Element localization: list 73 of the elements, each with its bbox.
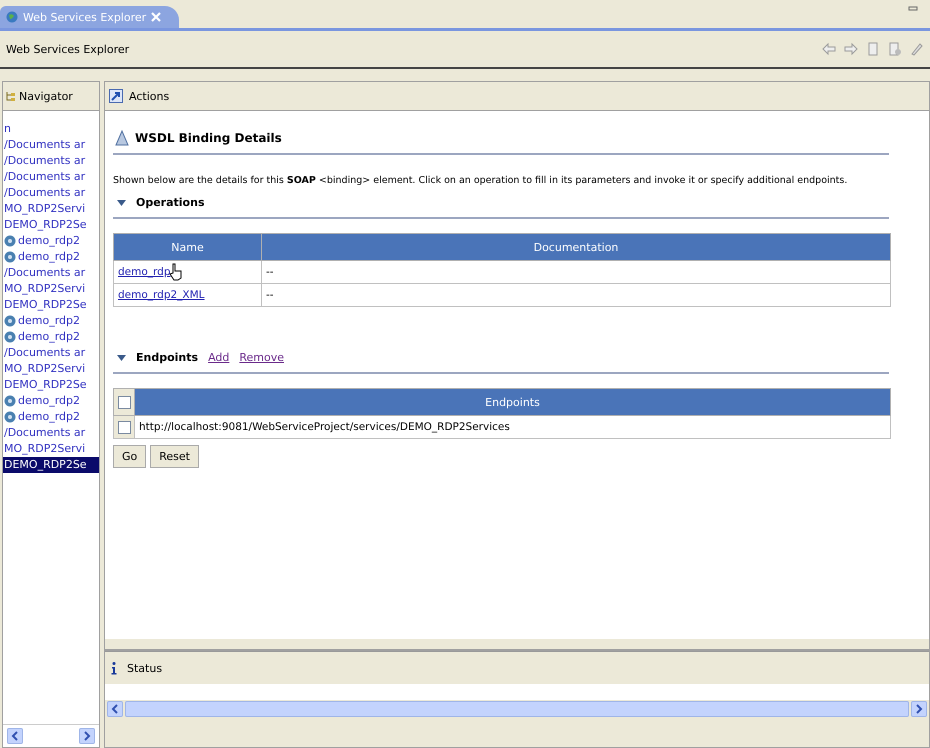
section-heading: WSDL Binding Details	[135, 131, 282, 145]
pen-icon[interactable]	[910, 42, 924, 56]
tree-item[interactable]: MO_RDP2Servi	[3, 441, 99, 457]
column-header: Documentation	[262, 234, 890, 260]
forward-icon[interactable]	[844, 42, 858, 56]
collapse-icon[interactable]	[117, 198, 126, 207]
tree-item-label: demo_rdp2	[18, 249, 80, 265]
tree-row[interactable]: demo_rdp2	[3, 329, 99, 345]
tree-item[interactable]: /Documents ar	[3, 169, 99, 185]
navigator-tab[interactable]: Navigator	[19, 90, 73, 102]
description: Shown below are the details for this SOAP <binding> element. Click on an operation to fill in its parameters and invoke it or specify additional endpoints.	[113, 175, 848, 186]
tree-item[interactable]: /Documents ar	[3, 425, 99, 441]
operation-link[interactable]: demo_rdp	[118, 266, 170, 278]
gear-icon	[4, 395, 16, 407]
tree-item-label: demo_rdp2	[18, 329, 80, 345]
select-all-checkbox[interactable]	[118, 396, 130, 409]
tree-item[interactable]: DEMO_RDP2Se	[3, 457, 99, 473]
tree-row[interactable]: demo_rdp2	[3, 393, 99, 409]
arrow-icon	[109, 89, 123, 103]
endpoints-heading: Endpoints	[136, 351, 198, 364]
tree-item[interactable]: /Documents ar	[3, 137, 99, 153]
actions-tab[interactable]: Actions	[129, 90, 170, 102]
page-icon[interactable]	[888, 42, 902, 56]
globe-icon	[6, 11, 18, 23]
tree-row[interactable]: demo_rdp2	[3, 249, 99, 265]
tree-item-label: demo_rdp2	[18, 409, 80, 425]
tree-item[interactable]: /Documents ar	[3, 265, 99, 281]
gear-icon	[4, 235, 16, 247]
scroll-right-icon[interactable]	[79, 728, 95, 744]
tree-item[interactable]: MO_RDP2Servi	[3, 201, 99, 217]
column-header: Name	[114, 234, 262, 260]
tree-item-label: demo_rdp2	[18, 393, 80, 409]
hand-cursor-icon	[168, 263, 182, 281]
scroll-left-icon[interactable]	[7, 728, 23, 744]
tree-item[interactable]: DEMO_RDP2Se	[3, 297, 99, 313]
button[interactable]: Go	[113, 445, 146, 468]
tree-item[interactable]: DEMO_RDP2Se	[3, 217, 99, 233]
operations-heading: Operations	[136, 196, 204, 209]
link[interactable]: Remove	[239, 351, 284, 364]
close-icon[interactable]	[151, 12, 162, 22]
tree-item[interactable]: /Documents ar	[3, 345, 99, 361]
gear-icon	[4, 315, 16, 327]
page-icon[interactable]	[866, 42, 880, 56]
tree-item[interactable]: MO_RDP2Servi	[3, 361, 99, 377]
gear-icon	[4, 411, 16, 423]
window-title: Web Services Explorer	[6, 42, 130, 56]
tree-icon	[5, 90, 17, 102]
scroll-left-icon[interactable]	[107, 701, 123, 717]
scroll-right-icon[interactable]	[911, 701, 927, 717]
info-icon	[111, 662, 117, 674]
tree-item[interactable]: MO_RDP2Servi	[3, 281, 99, 297]
table-cell: --	[262, 260, 890, 284]
back-icon[interactable]	[822, 42, 836, 56]
table-cell: --	[262, 284, 890, 306]
tree-row[interactable]: demo_rdp2	[3, 313, 99, 329]
link[interactable]: Add	[208, 351, 230, 364]
tree-item[interactable]: /Documents ar	[3, 153, 99, 169]
gear-icon	[4, 251, 16, 263]
tree-item[interactable]: /Documents ar	[3, 185, 99, 201]
gear-icon	[4, 331, 16, 343]
collapse-icon[interactable]	[117, 353, 126, 362]
status-tab[interactable]: Status	[127, 662, 162, 674]
button[interactable]: Reset	[150, 445, 199, 468]
tree-row[interactable]: demo_rdp2	[3, 409, 99, 425]
tree-item-label: demo_rdp2	[18, 233, 80, 249]
tree-item[interactable]: n	[3, 121, 99, 137]
tree-item-label: demo_rdp2	[18, 313, 80, 329]
scrollbar[interactable]	[125, 701, 909, 717]
tree-row[interactable]: demo_rdp2	[3, 233, 99, 249]
column-header: Endpoints	[134, 388, 890, 416]
tree-item[interactable]: DEMO_RDP2Se	[3, 377, 99, 393]
checkbox[interactable]	[118, 420, 130, 434]
table-cell: http://localhost:9081/WebServiceProject/services/DEMO_RDP2Services	[134, 416, 890, 438]
